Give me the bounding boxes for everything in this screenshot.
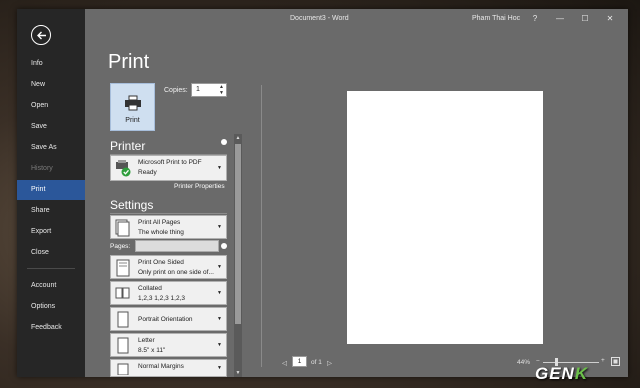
prev-page-icon[interactable]: ◁ <box>282 359 287 367</box>
collation-subtitle: 1,2,3 1,2,3 1,2,3 <box>138 295 185 302</box>
nav-item-export[interactable]: Export <box>17 222 85 242</box>
nav-divider <box>27 268 75 269</box>
back-button[interactable] <box>31 25 51 45</box>
minimize-button[interactable]: — <box>553 12 567 26</box>
copies-label: Copies: <box>164 87 188 94</box>
one-sided-icon <box>116 259 130 277</box>
nav-item-close[interactable]: Close <box>17 243 85 263</box>
watermark-logo: GENK <box>535 364 589 383</box>
page-title: Print <box>108 51 150 73</box>
zoom-in-icon[interactable]: + <box>601 357 605 364</box>
margins-select[interactable]: Normal Margins ▼ <box>110 359 227 377</box>
settings-heading: Settings <box>110 198 154 212</box>
printer-name: Microsoft Print to PDF <box>138 159 202 166</box>
next-page-icon[interactable]: ▷ <box>327 359 332 367</box>
chevron-down-icon: ▼ <box>217 316 222 322</box>
paper-size-select[interactable]: Letter 8.5" x 11" ▼ <box>110 333 227 357</box>
paper-size-title: Letter <box>138 337 155 344</box>
paper-size-subtitle: 8.5" x 11" <box>138 347 166 354</box>
backstage-nav: Info New Open Save Save As History Print… <box>17 9 85 377</box>
print-range-title: Print All Pages <box>138 219 181 226</box>
nav-item-share[interactable]: Share <box>17 201 85 221</box>
chevron-down-icon: ▼ <box>217 264 222 270</box>
print-preview-page <box>347 91 543 344</box>
print-pages-icon <box>115 219 130 237</box>
info-icon[interactable] <box>221 243 227 249</box>
copies-stepper[interactable]: 1 ▲ ▼ <box>191 83 227 97</box>
title-bar: Document3 - Word Pham Thai Hoc ? — ☐ ✕ <box>85 9 628 29</box>
zoom-to-page-icon[interactable] <box>611 357 620 366</box>
settings-divider <box>110 213 227 214</box>
scroll-up-icon[interactable]: ▲ <box>234 134 242 142</box>
sides-subtitle: Only print on one side of... <box>138 269 214 276</box>
collation-select[interactable]: Collated 1,2,3 1,2,3 1,2,3 ▼ <box>110 281 227 305</box>
page-count: of 1 <box>311 359 322 366</box>
nav-item-options[interactable]: Options <box>17 297 85 317</box>
nav-item-new[interactable]: New <box>17 75 85 95</box>
restore-button[interactable]: ☐ <box>578 12 592 26</box>
chevron-down-icon: ▼ <box>217 290 222 296</box>
collation-title: Collated <box>138 285 162 292</box>
chevron-down-icon: ▼ <box>217 165 222 171</box>
nav-item-account[interactable]: Account <box>17 276 85 296</box>
zoom-level[interactable]: 44% <box>517 359 530 366</box>
print-button[interactable]: Print <box>110 83 155 131</box>
orientation-select[interactable]: Portrait Orientation ▼ <box>110 307 227 331</box>
printer-select[interactable]: Microsoft Print to PDF Ready ▼ <box>110 155 227 181</box>
user-name[interactable]: Pham Thai Hoc <box>472 15 520 22</box>
chevron-down-icon: ▼ <box>217 342 222 348</box>
sides-title: Print One Sided <box>138 259 184 266</box>
sides-select[interactable]: Print One Sided Only print on one side o… <box>110 255 227 279</box>
arrow-left-icon <box>36 31 46 39</box>
info-icon[interactable] <box>221 139 227 145</box>
pages-input[interactable] <box>135 240 219 252</box>
letter-icon <box>117 337 129 354</box>
margins-icon <box>117 363 129 375</box>
scroll-down-icon[interactable]: ▼ <box>234 369 242 377</box>
page-number-input[interactable]: 1 <box>292 356 307 367</box>
nav-item-save[interactable]: Save <box>17 117 85 137</box>
printer-properties-link[interactable]: Printer Properties <box>174 183 225 190</box>
print-range-select[interactable]: Print All Pages The whole thing ▼ <box>110 215 227 239</box>
print-range-subtitle: The whole thing <box>138 229 184 236</box>
printer-icon <box>124 95 141 111</box>
scroll-thumb[interactable] <box>235 144 241 324</box>
print-button-label: Print <box>125 117 140 124</box>
help-button[interactable]: ? <box>528 12 542 26</box>
nav-item-save-as[interactable]: Save As <box>17 138 85 158</box>
pages-label: Pages: <box>110 243 131 250</box>
panel-divider <box>261 85 262 367</box>
chevron-down-icon: ▼ <box>217 224 222 230</box>
nav-item-history: History <box>31 165 53 172</box>
nav-item-open[interactable]: Open <box>17 96 85 116</box>
printer-ready-icon <box>116 160 131 177</box>
word-window: Info New Open Save Save As History Print… <box>17 9 628 377</box>
copies-value: 1 <box>196 86 200 93</box>
portrait-icon <box>117 311 129 328</box>
nav-item-feedback[interactable]: Feedback <box>17 318 85 338</box>
chevron-down-icon: ▼ <box>217 365 222 371</box>
collated-icon <box>115 287 130 299</box>
nav-item-info[interactable]: Info <box>17 54 85 74</box>
margins-title: Normal Margins <box>138 363 184 370</box>
printer-status: Ready <box>138 169 157 176</box>
settings-scrollbar[interactable]: ▲ ▼ <box>234 134 242 377</box>
printer-heading: Printer <box>110 139 146 153</box>
copies-down-icon[interactable]: ▼ <box>219 91 225 96</box>
window-title: Document3 - Word <box>290 15 349 22</box>
nav-item-print[interactable]: Print <box>17 180 85 200</box>
close-button[interactable]: ✕ <box>603 12 617 26</box>
zoom-slider[interactable] <box>543 362 599 363</box>
orientation-title: Portrait Orientation <box>138 316 193 323</box>
